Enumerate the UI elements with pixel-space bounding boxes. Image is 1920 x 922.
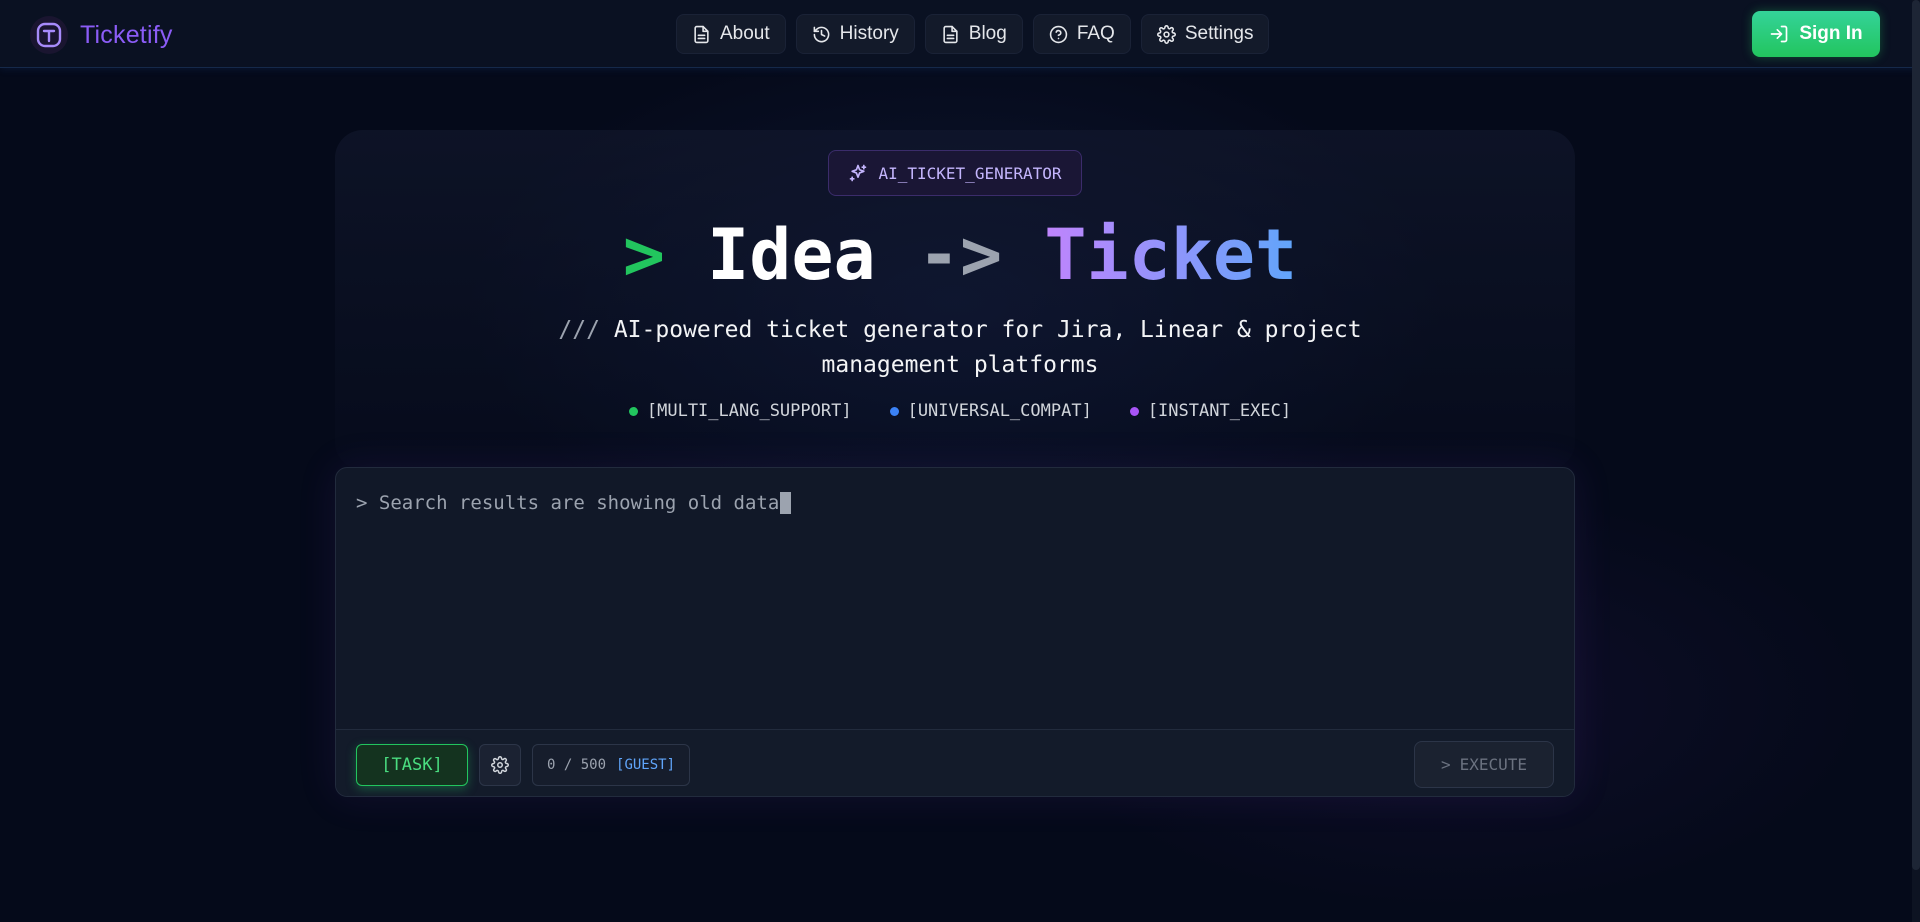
sparkles-icon	[850, 164, 867, 182]
feature-universal-compat: [UNIVERSAL_COMPAT]	[889, 401, 1092, 421]
nav-about[interactable]: About	[676, 14, 786, 54]
document-icon	[943, 25, 958, 43]
task-mode-button[interactable]: [TASK]	[356, 744, 468, 786]
feature-label: [MULTI_LANG_SUPPORT]	[646, 401, 852, 421]
execute-prompt: >	[1440, 755, 1451, 774]
hero-subtitle: /// AI-powered ticket generator for Jira…	[535, 313, 1385, 383]
subtitle-text: AI-powered ticket generator for Jira, Li…	[613, 317, 1362, 378]
nav-settings-label: Settings	[1184, 23, 1254, 44]
input-value: Search results are showing old data	[378, 492, 780, 514]
title-idea: Idea	[707, 214, 876, 296]
logo-icon	[30, 16, 68, 54]
ai-badge: AI_TICKET_GENERATOR	[828, 150, 1082, 196]
feature-list: [MULTI_LANG_SUPPORT] [UNIVERSAL_COMPAT] …	[0, 401, 1920, 421]
brand-logo[interactable]: Ticketify	[30, 16, 173, 54]
ticket-input-panel: > Search results are showing old data [T…	[335, 467, 1575, 797]
execute-button[interactable]: > EXECUTE	[1414, 741, 1554, 788]
tier-badge: [GUEST]	[616, 757, 676, 773]
input-prompt: >	[356, 492, 368, 514]
counter-value: 0 / 500	[547, 757, 607, 773]
status-dot	[628, 406, 638, 416]
feature-label: [INSTANT_EXEC]	[1147, 401, 1292, 421]
nav-history[interactable]: History	[795, 14, 915, 54]
history-icon	[813, 26, 830, 42]
feature-multi-lang: [MULTI_LANG_SUPPORT]	[628, 401, 852, 421]
gear-icon	[1156, 24, 1176, 44]
login-icon	[1770, 25, 1788, 43]
title-ticket: Ticket	[1044, 214, 1298, 296]
status-dot	[889, 406, 899, 416]
help-circle-icon	[1049, 25, 1068, 43]
idea-textarea[interactable]: > Search results are showing old data	[356, 492, 792, 514]
panel-toolbar: [TASK] 0 / 500 [GUEST] > EXECUTE	[336, 729, 1574, 796]
nav-settings[interactable]: Settings	[1140, 14, 1270, 54]
nav-history-label: History	[839, 23, 899, 44]
options-button[interactable]	[479, 744, 521, 786]
nav-blog[interactable]: Blog	[924, 14, 1023, 54]
text-cursor	[780, 492, 792, 514]
brand-name: Ticketify	[80, 20, 173, 49]
hero-title: > Idea -> Ticket	[0, 212, 1920, 298]
feature-instant-exec: [INSTANT_EXEC]	[1129, 401, 1292, 421]
sign-in-button[interactable]: Sign In	[1752, 11, 1880, 57]
nav-faq[interactable]: FAQ	[1032, 14, 1131, 54]
subtitle-prefix: ///	[558, 317, 600, 343]
nav-about-label: About	[720, 23, 770, 44]
main-nav: About History Blog FAQ Settings	[676, 14, 1270, 54]
page-scrollbar[interactable]	[1912, 0, 1920, 922]
scrollbar-thumb[interactable]	[1912, 0, 1920, 870]
status-dot	[1129, 406, 1139, 416]
sign-in-label: Sign In	[1799, 23, 1863, 44]
ai-badge-label: AI_TICKET_GENERATOR	[878, 163, 1062, 183]
character-counter: 0 / 500 [GUEST]	[532, 744, 691, 786]
nav-faq-label: FAQ	[1076, 23, 1115, 44]
nav-blog-label: Blog	[968, 23, 1007, 44]
feature-label: [UNIVERSAL_COMPAT]	[907, 401, 1092, 421]
title-prompt: >	[622, 214, 665, 296]
document-icon	[694, 25, 709, 43]
execute-label: EXECUTE	[1459, 755, 1528, 774]
top-navbar: Ticketify About History Blog FAQ Setting…	[0, 0, 1920, 68]
gear-icon	[491, 756, 509, 774]
title-arrow: ->	[917, 214, 1003, 296]
